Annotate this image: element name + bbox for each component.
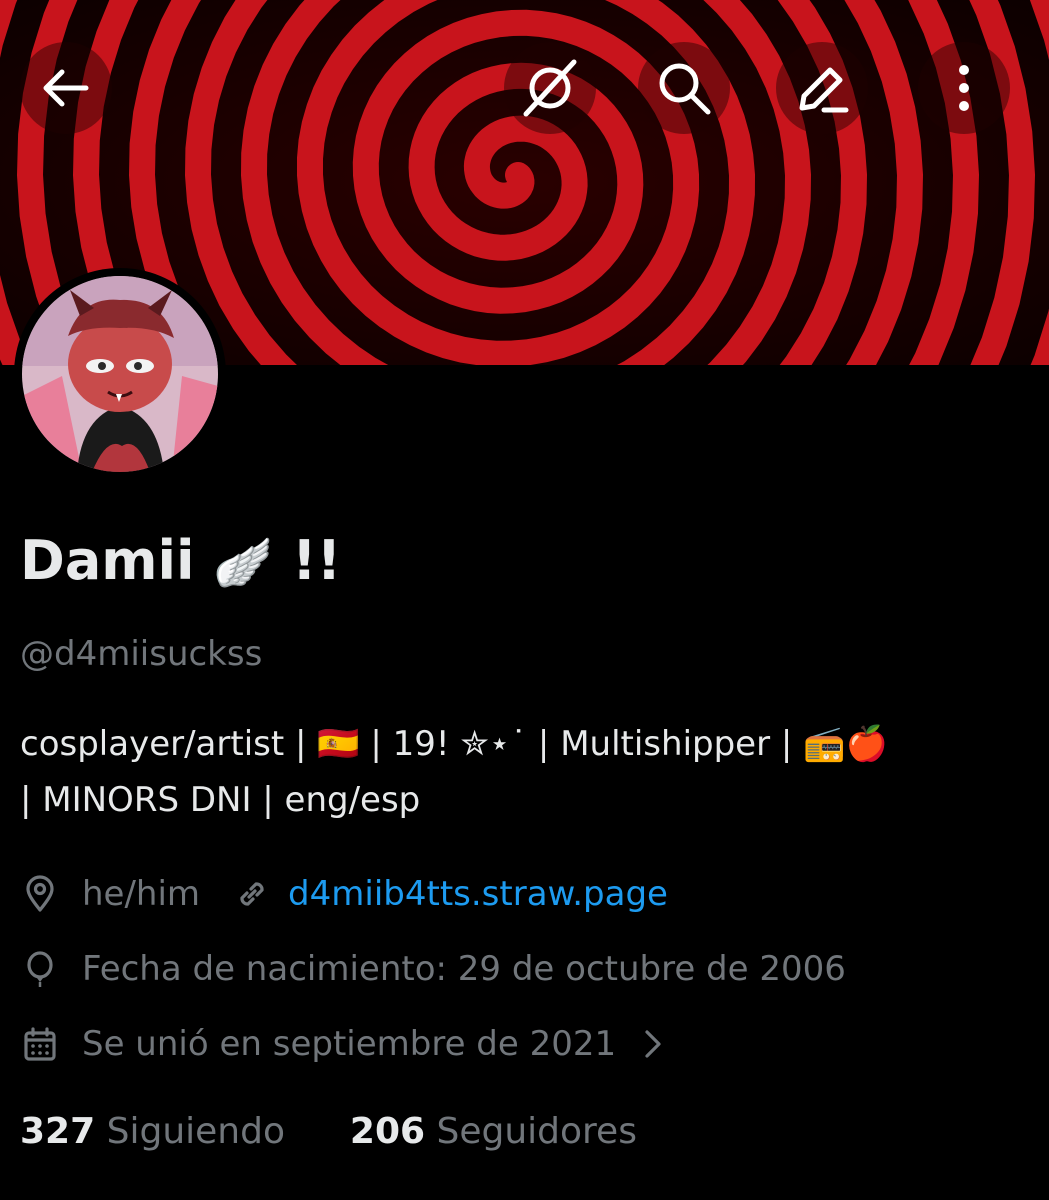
back-button[interactable] bbox=[20, 42, 112, 134]
meta-row-joined[interactable]: Se unió en septiembre de 2021 bbox=[20, 1020, 664, 1068]
profile-bio: cosplayer/artist | 🇪🇸 | 19! ✮⋆˙ | Multis… bbox=[20, 716, 1030, 828]
meta-row-birthday: Fecha de nacimiento: 29 de octubre de 20… bbox=[20, 945, 846, 993]
more-options-button[interactable] bbox=[918, 42, 1010, 134]
location-text: he/him bbox=[82, 874, 201, 914]
chevron-right-icon bbox=[645, 1030, 661, 1058]
avatar[interactable] bbox=[22, 276, 218, 472]
website-link[interactable]: d4miib4tts.straw.page bbox=[288, 870, 668, 918]
balloon-icon bbox=[27, 951, 53, 987]
followers-stat[interactable]: 206 Seguidores bbox=[350, 1111, 637, 1152]
meta-row-location-website: he/him d4miib4tts.straw.page bbox=[20, 870, 668, 918]
edit-button[interactable] bbox=[776, 42, 868, 134]
display-name: Damii 🪽 !! bbox=[20, 525, 341, 599]
joined-text: Se unió en septiembre de 2021 bbox=[82, 1024, 617, 1064]
search-icon bbox=[659, 63, 711, 115]
location-pin-icon bbox=[26, 875, 54, 912]
following-stat[interactable]: 327 Siguiendo bbox=[20, 1111, 285, 1152]
birthday-text: Fecha de nacimiento: 29 de octubre de 20… bbox=[82, 949, 846, 989]
followers-count: 206 bbox=[349, 1111, 426, 1152]
following-count: 327 bbox=[20, 1111, 96, 1152]
username-handle: @d4miisuckss bbox=[20, 634, 263, 674]
bio-line: | MINORS DNI | eng/esp bbox=[20, 780, 421, 820]
search-button[interactable] bbox=[638, 42, 730, 134]
more-vertical-icon bbox=[959, 65, 969, 111]
link-icon bbox=[240, 882, 264, 906]
calendar-icon bbox=[24, 1027, 56, 1061]
grok-button[interactable] bbox=[504, 42, 596, 134]
grok-icon bbox=[523, 59, 577, 117]
wing-emoji: 🪽 bbox=[213, 535, 274, 591]
follow-stats: 327 Siguiendo 206 Seguidores bbox=[20, 1106, 637, 1158]
edit-pencil-icon bbox=[799, 67, 849, 113]
display-name-suffix: !! bbox=[291, 529, 342, 592]
display-name-text: Damii bbox=[20, 529, 195, 592]
following-label: Siguiendo bbox=[106, 1111, 285, 1152]
followers-label: Seguidores bbox=[436, 1111, 637, 1152]
bio-line: cosplayer/artist | 🇪🇸 | 19! ✮⋆˙ | Multis… bbox=[20, 724, 888, 764]
arrow-left-icon bbox=[43, 69, 89, 107]
